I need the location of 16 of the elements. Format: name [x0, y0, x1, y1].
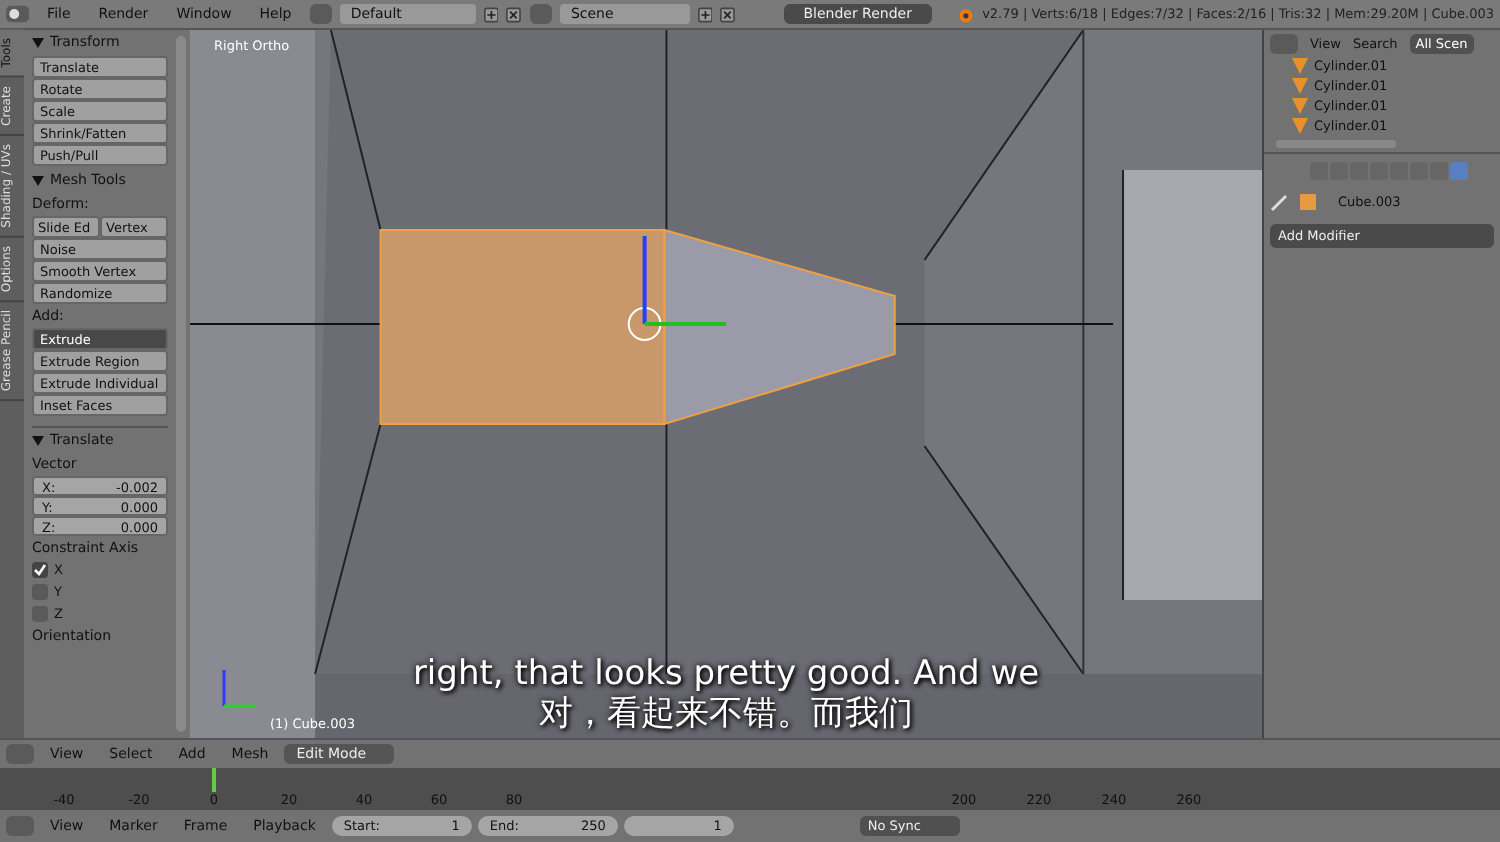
subtitle: 对，看起来不错。而我们 — [539, 694, 913, 734]
info-icon[interactable] — [6, 4, 30, 24]
close-icon[interactable] — [720, 5, 736, 23]
add-icon[interactable] — [697, 5, 713, 23]
checkbox[interactable] — [32, 606, 48, 622]
checkbox[interactable] — [32, 584, 48, 600]
blender-logo-icon — [955, 3, 975, 25]
collapse-triangle-icon[interactable] — [32, 36, 44, 48]
cube-icon — [1298, 192, 1318, 212]
checkbox[interactable] — [32, 562, 48, 578]
scrollbar[interactable] — [176, 36, 186, 732]
collapse-triangle-icon[interactable] — [32, 434, 44, 446]
add-icon[interactable] — [484, 5, 499, 23]
collapse-triangle-icon[interactable] — [32, 174, 44, 186]
subtitle: right, that looks pretty good. And we — [412, 654, 1040, 694]
close-icon[interactable] — [506, 5, 522, 23]
